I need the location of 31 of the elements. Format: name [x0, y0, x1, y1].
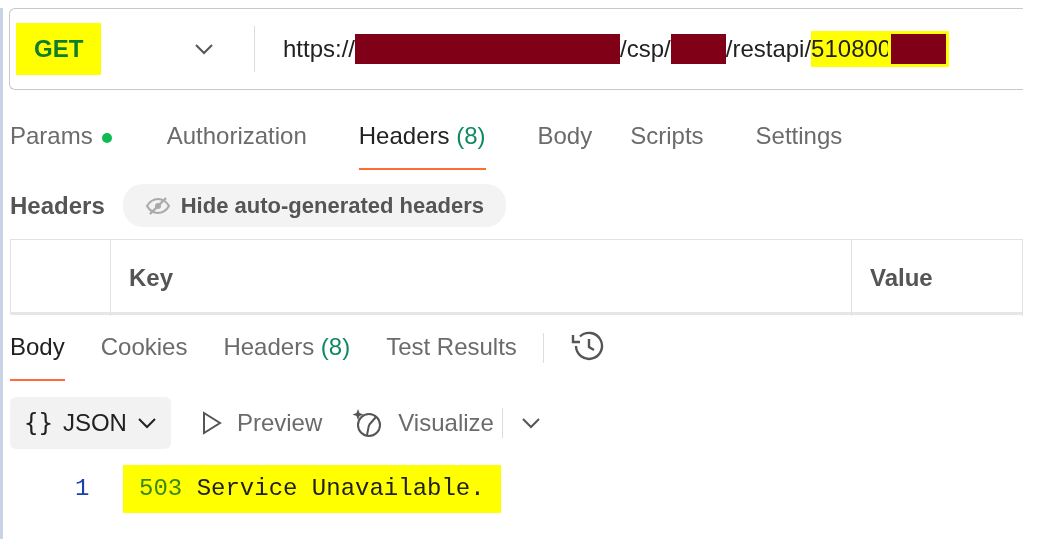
request-tab[interactable]: Scripts	[630, 106, 704, 170]
response-tab[interactable]: Cookies	[100, 315, 188, 381]
eye-slash-icon	[144, 195, 171, 216]
url-text: /restapi/	[725, 34, 812, 64]
request-tab[interactable]: Settings	[755, 106, 843, 170]
request-tab[interactable]: Authorization	[166, 106, 307, 170]
chevron-down-icon[interactable]	[520, 417, 541, 429]
column-header: Value	[852, 240, 1023, 316]
url-input[interactable]: https:// /csp/ /restapi/510800	[255, 31, 947, 67]
hide-headers-button[interactable]: Hide auto-generated headers	[122, 184, 506, 227]
response-tab[interactable]: Test Results	[386, 315, 517, 381]
format-dropdown[interactable]: {} JSON	[10, 397, 171, 449]
request-tab[interactable]: Headers (8)	[358, 106, 486, 170]
line-number: 1	[75, 474, 91, 504]
request-tab[interactable]: Body	[537, 106, 593, 170]
url-text: https://	[283, 34, 356, 64]
response-tab[interactable]: Headers (8)	[223, 315, 351, 381]
chevron-down-icon	[194, 43, 214, 55]
preview-button[interactable]: Preview	[200, 405, 323, 441]
method-label: GET	[16, 23, 102, 75]
response-tab[interactable]: Body	[10, 315, 65, 381]
method-dropdown[interactable]: GET	[10, 26, 255, 72]
visualize-button[interactable]: Visualize	[352, 405, 494, 441]
request-tab[interactable]: Params	[10, 106, 112, 170]
history-icon[interactable]	[569, 330, 604, 362]
code-text: 503 Service Unavailable.	[123, 465, 501, 513]
url-text: /csp/	[620, 34, 671, 64]
chevron-down-icon	[136, 417, 157, 429]
column-header: Key	[111, 240, 852, 316]
play-icon	[200, 410, 223, 436]
section-title: Headers	[10, 190, 105, 221]
